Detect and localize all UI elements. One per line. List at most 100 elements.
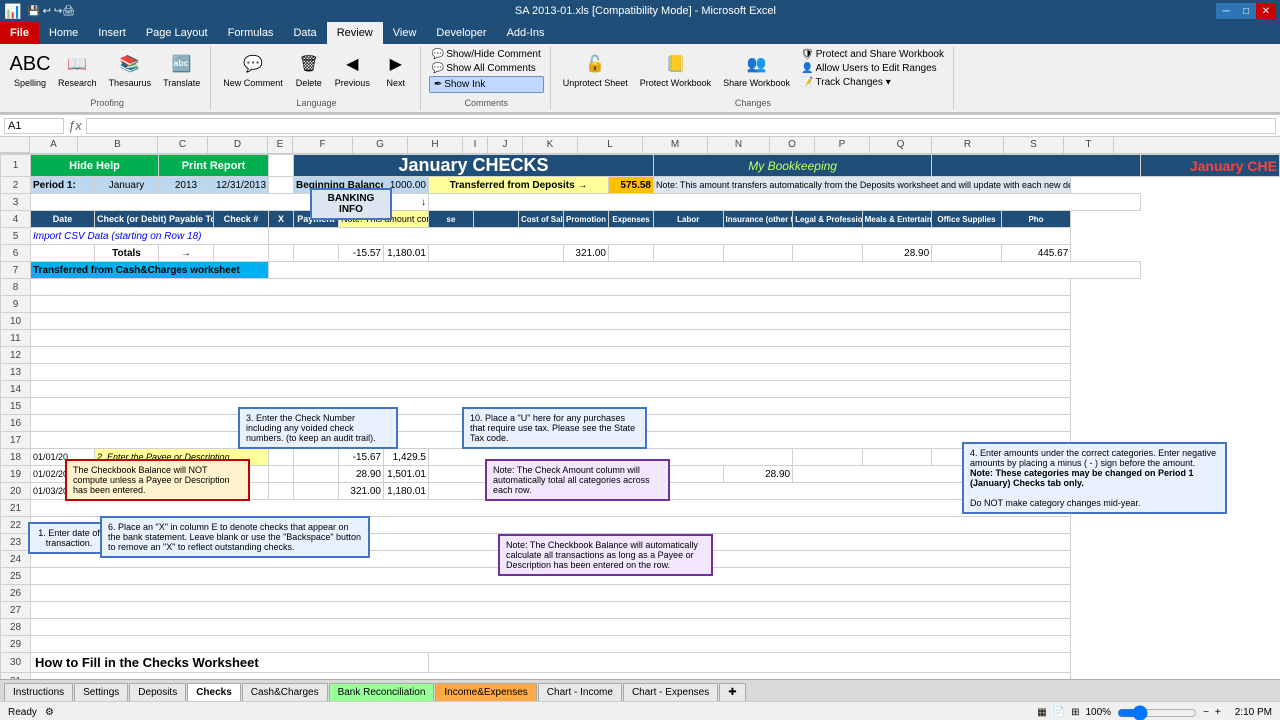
view-preview-icon[interactable]: ⊞ xyxy=(1071,707,1079,718)
tab-developer[interactable]: Developer xyxy=(426,22,496,44)
cell-A7: Transferred from Cash&Charges worksheet xyxy=(31,262,269,279)
cell-R4: Office Supplies xyxy=(932,211,1002,228)
tab-chart-income[interactable]: Chart - Income xyxy=(538,683,622,701)
allow-users-button[interactable]: 👤Allow Users to Edit Ranges xyxy=(798,62,947,75)
clock: 2:10 PM xyxy=(1235,707,1272,718)
unprotect-sheet-button[interactable]: 🔓 Unprotect Sheet xyxy=(559,48,632,90)
tab-settings[interactable]: Settings xyxy=(74,683,128,701)
zoom-in-icon[interactable]: + xyxy=(1215,707,1221,718)
cell-D20: 3 xyxy=(214,483,269,500)
tab-chart-expenses[interactable]: Chart - Expenses xyxy=(623,683,718,701)
tab-add-sheet[interactable]: ✚ xyxy=(719,683,745,701)
cell-H18: 1,429.5 xyxy=(384,449,429,466)
tab-income-expenses[interactable]: Income&Expenses xyxy=(435,683,536,701)
cell-B18: 2. Enter the Payee or Description. xyxy=(95,449,269,466)
col-K: K xyxy=(523,137,578,153)
col-E: E xyxy=(268,137,293,153)
formula-input[interactable] xyxy=(86,118,1276,134)
cell-E4: X xyxy=(269,211,294,228)
tab-deposits[interactable]: Deposits xyxy=(129,683,186,701)
col-H: H xyxy=(408,137,463,153)
row-5: 5 Import CSV Data (starting on Row 18) xyxy=(1,228,1280,245)
tab-data[interactable]: Data xyxy=(283,22,326,44)
thesaurus-button[interactable]: 📚 Thesaurus xyxy=(105,48,156,90)
tab-page-layout[interactable]: Page Layout xyxy=(136,22,218,44)
tab-checks[interactable]: Checks xyxy=(187,683,241,701)
ribbon: File Home Insert Page Layout Formulas Da… xyxy=(0,22,1280,115)
tab-view[interactable]: View xyxy=(383,22,427,44)
tab-add-ins[interactable]: Add-Ins xyxy=(497,22,555,44)
col-F: F xyxy=(293,137,353,153)
show-all-comments-button[interactable]: 💬 Show All Comments xyxy=(429,62,544,75)
show-ink-button[interactable]: ✒ Show Ink xyxy=(429,76,544,93)
zoom-slider[interactable] xyxy=(1117,705,1197,720)
row-30: 30 How to Fill in the Checks Worksheet xyxy=(1,653,1280,673)
status-ready: Ready xyxy=(8,707,37,718)
next-comment-button[interactable]: ▶ Next xyxy=(378,48,414,90)
cell-G19: 28.90 xyxy=(339,466,384,483)
col-P: P xyxy=(815,137,870,153)
cell-B2: January xyxy=(95,177,159,194)
tab-formulas[interactable]: Formulas xyxy=(218,22,284,44)
row-31: 31 xyxy=(1,673,1280,680)
tab-file[interactable]: File xyxy=(0,22,39,44)
delete-comment-button[interactable]: 🗑 Delete xyxy=(291,48,327,90)
rownum-6: 6 xyxy=(1,245,31,262)
protect-share-workbook-button[interactable]: 🛡Protect and Share Workbook xyxy=(798,48,947,61)
cell-P4: Legal & Professional xyxy=(793,211,863,228)
tab-review[interactable]: Review xyxy=(327,22,383,44)
row-21: 21 xyxy=(1,500,1280,517)
cell-M4: Expenses xyxy=(609,211,654,228)
cell-E1 xyxy=(269,155,294,177)
previous-comment-button[interactable]: ◀ Previous xyxy=(331,48,374,90)
restore-button[interactable]: □ xyxy=(1236,3,1256,19)
protect-workbook-button[interactable]: 📒 Protect Workbook xyxy=(636,48,715,90)
tab-home[interactable]: Home xyxy=(39,22,88,44)
row-6: 6 Totals → -15.57 1,180.01 321.00 28.90 xyxy=(1,245,1280,262)
tab-insert[interactable]: Insert xyxy=(88,22,136,44)
row-14: 14 xyxy=(1,381,1280,398)
cell-D4: Check # xyxy=(214,211,269,228)
cell-Q4: Meals & Entertainment xyxy=(862,211,932,228)
translate-button[interactable]: 🔤 Translate xyxy=(159,48,204,90)
row-13: 13 xyxy=(1,364,1280,381)
row-28: 28 xyxy=(1,619,1280,636)
col-A: A xyxy=(30,137,78,153)
cell-reference-input[interactable]: A1 xyxy=(4,118,64,134)
research-button[interactable]: 📖 Research xyxy=(54,48,101,90)
cell-E2 xyxy=(269,177,294,194)
track-changes-button[interactable]: 📝Track Changes ▾ xyxy=(798,76,947,89)
cell-C1[interactable]: Print Report xyxy=(159,155,269,177)
rownum-4: 4 xyxy=(1,211,31,228)
col-J: J xyxy=(488,137,523,153)
share-workbook-button[interactable]: 👥 Share Workbook xyxy=(719,48,794,90)
show-hide-comment-button[interactable]: 💬 Show/Hide Comment xyxy=(429,48,544,61)
cell-O4: Insurance (other than health) xyxy=(723,211,793,228)
cell-F1: January CHECKS xyxy=(294,155,654,177)
rownum-2: 2 xyxy=(1,177,31,194)
spelling-button[interactable]: ABC Spelling xyxy=(10,48,50,90)
cell-A1[interactable]: Hide Help xyxy=(31,155,159,177)
cell-A18[interactable]: 01/01/20 xyxy=(31,449,95,466)
view-normal-icon[interactable]: ▦ xyxy=(1037,707,1046,718)
tab-cash-charges[interactable]: Cash&Charges xyxy=(242,683,328,701)
tab-instructions[interactable]: Instructions xyxy=(4,683,73,701)
sheet-tabs: Instructions Settings Deposits Checks Ca… xyxy=(0,679,1280,701)
new-comment-button[interactable]: 💬 New Comment xyxy=(219,48,287,90)
app-icon: 📊 xyxy=(4,3,21,20)
cell-S1: January CHE xyxy=(1140,155,1279,177)
close-button[interactable]: ✕ xyxy=(1256,3,1276,19)
row-17: 17 xyxy=(1,432,1280,449)
cell-R6: 445.67 xyxy=(1001,245,1071,262)
row-16: 16 xyxy=(1,415,1280,432)
cell-A20[interactable]: 01/03/20 xyxy=(31,483,95,500)
minimize-button[interactable]: ─ xyxy=(1216,3,1236,19)
tab-bank-reconciliation[interactable]: Bank Reconciliation xyxy=(329,683,435,701)
cell-L4: Promotion xyxy=(564,211,609,228)
cell-B4: Check (or Debit) Payable To: xyxy=(95,211,214,228)
cell-A19[interactable]: 01/02/20 xyxy=(31,466,95,483)
view-layout-icon[interactable]: 📄 xyxy=(1053,707,1065,718)
cell-J4 xyxy=(474,211,519,228)
col-B: B xyxy=(78,137,158,153)
zoom-out-icon[interactable]: − xyxy=(1203,707,1209,718)
